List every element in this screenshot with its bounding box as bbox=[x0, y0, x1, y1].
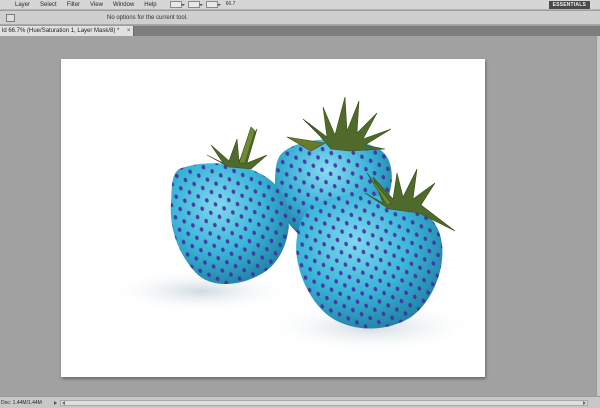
menu-filter[interactable]: Filter bbox=[62, 0, 85, 10]
menu-help[interactable]: Help bbox=[139, 0, 161, 10]
vertical-scrollbar[interactable] bbox=[596, 36, 600, 396]
close-icon[interactable]: × bbox=[127, 26, 131, 36]
document-tab-title: ld 66.7% (Hue/Saturation 1, Layer Mask/8… bbox=[2, 28, 120, 34]
application-bar-tools: 66.7 bbox=[169, 0, 242, 10]
rect-marquee-icon[interactable] bbox=[6, 14, 15, 22]
zoom-level-field[interactable]: 66.7 bbox=[224, 1, 242, 8]
menu-items: Layer Select Filter View Window Help bbox=[0, 0, 162, 10]
strawberry-left bbox=[170, 163, 289, 285]
document-size-readout: Doc: 1.44M/1.44M bbox=[1, 400, 42, 406]
status-menu-arrow-icon[interactable] bbox=[54, 401, 57, 405]
document-workspace[interactable] bbox=[0, 36, 596, 396]
image-canvas[interactable] bbox=[61, 59, 485, 377]
menu-bar: Layer Select Filter View Window Help 66.… bbox=[0, 0, 600, 10]
menu-view[interactable]: View bbox=[85, 0, 108, 10]
options-bar-message: No options for the current tool. bbox=[107, 15, 188, 21]
photoshop-window: Layer Select Filter View Window Help 66.… bbox=[0, 0, 600, 408]
horizontal-scrollbar[interactable] bbox=[60, 400, 588, 406]
view-extras-icon[interactable] bbox=[169, 1, 185, 8]
document-tab[interactable]: ld 66.7% (Hue/Saturation 1, Layer Mask/8… bbox=[0, 26, 135, 36]
scroll-right-arrow-icon[interactable] bbox=[583, 401, 586, 405]
strawberries-image bbox=[106, 96, 481, 353]
menu-window[interactable]: Window bbox=[108, 0, 139, 10]
options-bar: No options for the current tool. bbox=[0, 11, 600, 25]
scroll-left-arrow-icon[interactable] bbox=[62, 401, 65, 405]
menu-select[interactable]: Select bbox=[35, 0, 62, 10]
screen-mode-icon[interactable] bbox=[187, 1, 203, 8]
status-bar: Doc: 1.44M/1.44M bbox=[0, 396, 600, 408]
arrange-documents-icon[interactable] bbox=[205, 1, 221, 8]
document-tab-bar: ld 66.7% (Hue/Saturation 1, Layer Mask/8… bbox=[0, 26, 600, 36]
menu-layer[interactable]: Layer bbox=[10, 0, 35, 10]
workspace-essentials-button[interactable]: ESSENTIALS bbox=[548, 1, 590, 9]
